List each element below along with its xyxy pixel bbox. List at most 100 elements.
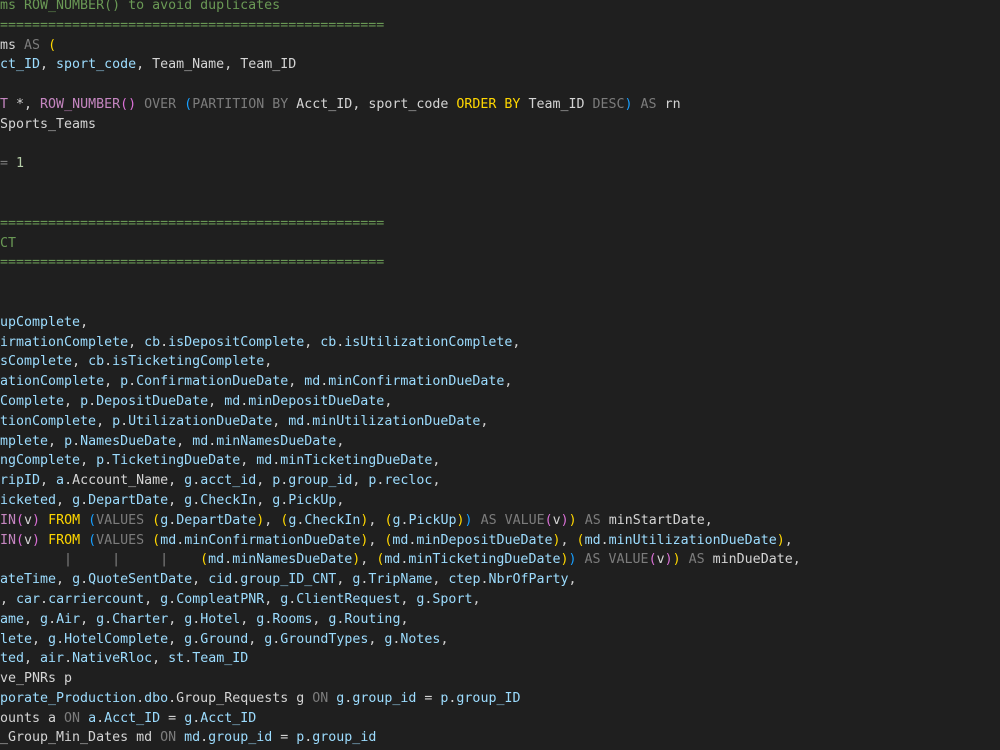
code-token: md xyxy=(392,532,409,548)
code-token: v xyxy=(24,532,33,548)
code-token: ON xyxy=(160,730,185,746)
code-token: , xyxy=(784,532,793,548)
code-token: , xyxy=(24,611,41,627)
code-token: ve_PNRs p xyxy=(0,671,73,687)
code-token: VALUE xyxy=(608,552,649,568)
code-line: IN(v) FROM (VALUES (md.minConfirmationDu… xyxy=(0,531,801,551)
code-line: irmationComplete, cb.isDepositComplete, … xyxy=(0,333,801,353)
code-token: , xyxy=(256,473,273,489)
code-token: md xyxy=(384,552,401,568)
code-token: v xyxy=(552,512,561,528)
code-token: ========================================… xyxy=(0,215,385,231)
code-token: g xyxy=(96,611,105,627)
code-token: , xyxy=(432,473,441,489)
code-line: ve_PNRs p xyxy=(0,669,801,689)
code-token: minTicketingDueDate xyxy=(280,453,433,469)
code-token: , xyxy=(80,314,89,330)
code-line: ms AS ( xyxy=(0,36,801,56)
code-token: . xyxy=(128,374,137,390)
code-token: VALUE xyxy=(504,512,545,528)
code-token: , xyxy=(512,334,521,350)
code-token: = xyxy=(0,156,17,172)
code-token: , xyxy=(264,591,281,607)
code-token: cb xyxy=(320,334,337,350)
code-token: T xyxy=(0,96,17,112)
code-token: cb xyxy=(144,334,161,350)
code-token: , xyxy=(56,492,73,508)
code-token: , xyxy=(432,453,441,469)
code-token: ) xyxy=(624,96,633,112)
code-token: . xyxy=(64,473,73,489)
code-token: , xyxy=(272,413,289,429)
code-token: FROM xyxy=(40,512,89,528)
code-line: ct_ID, sport_code, Team_Name, Team_ID xyxy=(0,55,801,75)
code-token: IN xyxy=(0,512,17,528)
code-token: . xyxy=(80,492,89,508)
code-token: . xyxy=(64,651,73,667)
code-token: _Group_Min_Dates md xyxy=(0,730,161,746)
code-token: , xyxy=(80,453,97,469)
code-token: ctep xyxy=(448,572,481,588)
code-token: rn xyxy=(664,96,681,112)
code-token: group_id xyxy=(312,730,377,746)
code-token: . xyxy=(160,334,169,350)
code-token: OVER xyxy=(136,96,185,112)
code-token: irmationComplete xyxy=(0,334,129,350)
code-token: AS xyxy=(24,37,49,53)
code-token: , xyxy=(192,572,209,588)
code-token: Sports_Teams xyxy=(0,116,97,132)
code-token: AS xyxy=(632,96,665,112)
code-token: ) xyxy=(32,532,41,548)
code-token: ) xyxy=(568,552,577,568)
code-token: Team_ID xyxy=(528,96,593,112)
code-token: , xyxy=(32,631,49,647)
code-token: DepositDueDate xyxy=(96,393,209,409)
code-token: , xyxy=(80,611,97,627)
code-token: ) xyxy=(672,552,681,568)
code-token: Rooms xyxy=(272,611,313,627)
code-token: . xyxy=(136,690,145,706)
code-line: CT xyxy=(0,234,801,254)
code-token: IN xyxy=(0,532,17,548)
code-token: . xyxy=(104,611,113,627)
code-token: , xyxy=(472,591,481,607)
code-token: TripName xyxy=(368,572,433,588)
code-token: . xyxy=(192,631,201,647)
code-token: p xyxy=(80,393,89,409)
code-token: ConfirmationDueDate xyxy=(136,374,289,390)
code-token: ripID xyxy=(0,473,41,489)
code-token: Air xyxy=(56,611,81,627)
code-token: AS xyxy=(576,552,609,568)
code-token: acct_id xyxy=(200,473,257,489)
code-token: HotelComplete xyxy=(64,631,169,647)
code-token: ounts a xyxy=(0,710,65,726)
code-token: , xyxy=(56,572,73,588)
code-token: group_id xyxy=(352,690,417,706)
code-token: Notes xyxy=(400,631,441,647)
code-token: , xyxy=(240,611,257,627)
code-token: Hotel xyxy=(200,611,241,627)
code-token: AS xyxy=(576,512,609,528)
code-token: , xyxy=(176,433,193,449)
code-token: Acct_ID xyxy=(200,710,257,726)
code-token: md xyxy=(208,552,225,568)
code-token: ame xyxy=(0,611,25,627)
code-editor[interactable]: ms ROW_NUMBER() to avoid duplicates =====… xyxy=(0,0,1000,750)
code-token: = xyxy=(160,710,185,726)
code-text-area[interactable]: ms ROW_NUMBER() to avoid duplicates =====… xyxy=(0,0,801,750)
code-token: QuoteSentDate xyxy=(88,572,193,588)
code-token: , xyxy=(352,96,369,112)
code-token: v xyxy=(656,552,665,568)
code-token: , xyxy=(360,552,377,568)
code-token: g xyxy=(184,492,193,508)
code-line: ========================================… xyxy=(0,253,801,273)
code-token: , xyxy=(40,473,57,489)
code-token: , xyxy=(368,631,385,647)
code-token: md xyxy=(224,393,241,409)
code-token: . xyxy=(80,572,89,588)
code-token: ( xyxy=(16,532,25,548)
code-token: Ground xyxy=(200,631,249,647)
